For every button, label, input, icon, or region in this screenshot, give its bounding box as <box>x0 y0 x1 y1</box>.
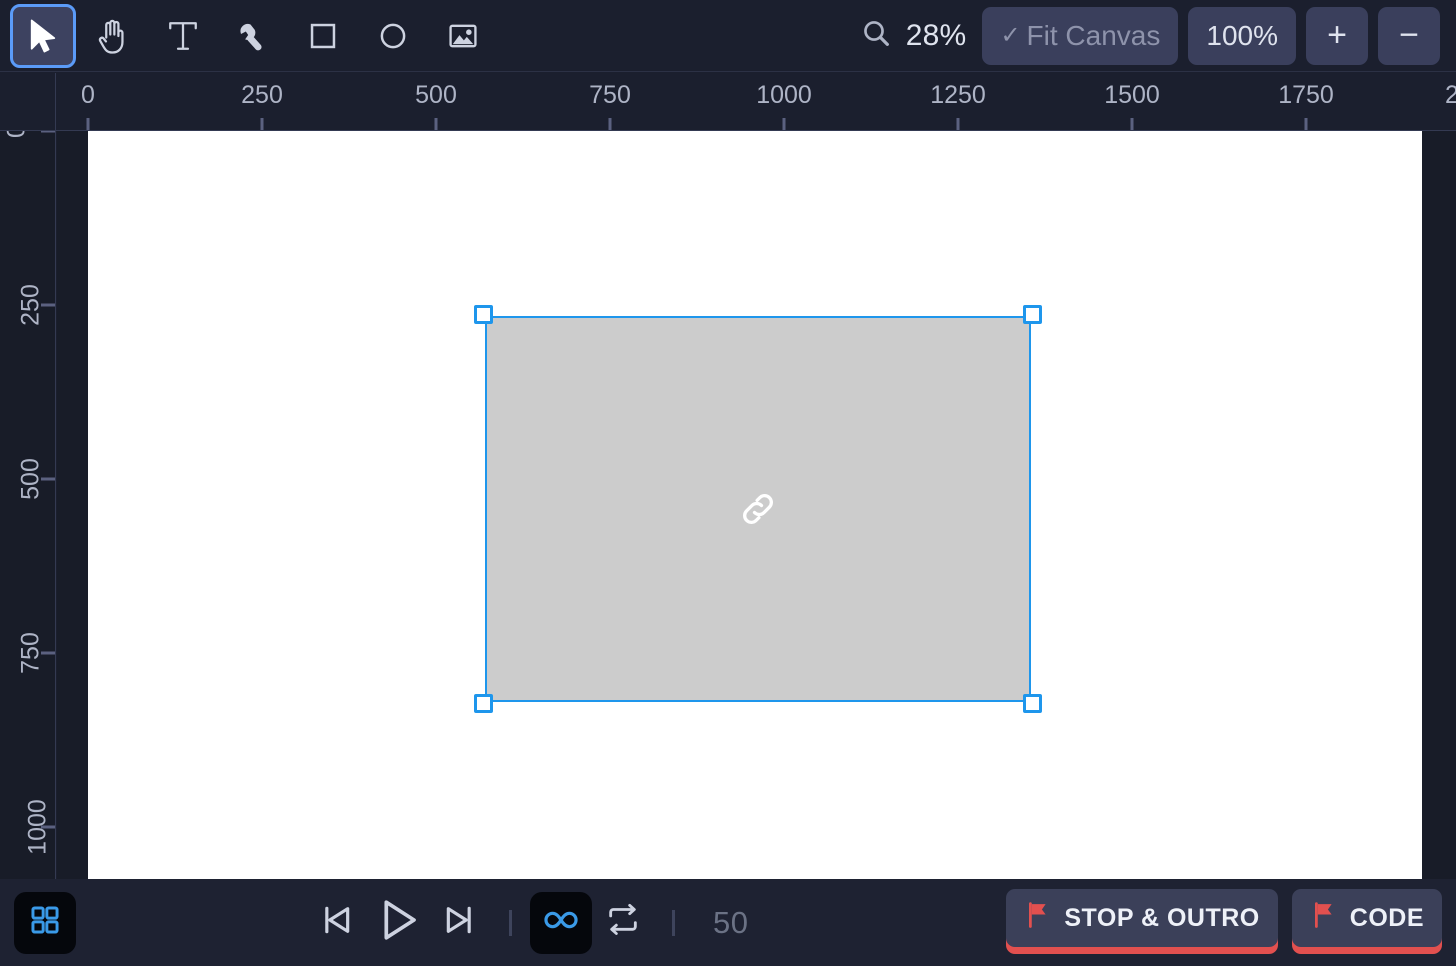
tool-image[interactable] <box>430 4 496 68</box>
magnifier-icon[interactable] <box>860 17 892 54</box>
ruler-tick <box>956 118 960 130</box>
fit-canvas-button[interactable]: ✓ Fit Canvas <box>982 6 1179 65</box>
broken-link-icon <box>734 485 782 533</box>
ruler-tick-label: 250 <box>241 81 283 109</box>
ruler-tick <box>41 131 55 133</box>
canvas-viewport[interactable] <box>57 131 1456 879</box>
loop-repeat-button[interactable] <box>592 892 654 954</box>
zoom-in-button[interactable]: + <box>1306 6 1368 65</box>
frame-count-value[interactable]: 50 <box>713 905 748 941</box>
circle-icon <box>375 17 411 55</box>
app-root: 28% ✓ Fit Canvas 100% + − 0 250 500 750 1000… <box>0 0 1456 966</box>
infinity-icon <box>540 899 582 946</box>
ruler-tick-label: 2 <box>1445 81 1456 110</box>
loop-infinite-button[interactable] <box>530 891 592 954</box>
resize-handle-top-right[interactable] <box>1023 305 1042 324</box>
top-toolbar: 28% ✓ Fit Canvas 100% + − <box>0 0 1456 72</box>
repeat-icon <box>603 900 643 945</box>
grid-four-squares-icon <box>28 903 62 942</box>
image-icon <box>444 17 482 55</box>
ruler-tick <box>782 118 786 130</box>
resize-handle-bottom-left[interactable] <box>474 694 493 713</box>
wrench-icon <box>235 17 271 55</box>
divider <box>672 909 675 936</box>
play-icon <box>372 894 424 951</box>
resize-handle-top-left[interactable] <box>474 305 493 324</box>
ruler-tick <box>608 118 612 130</box>
ruler-tick <box>41 651 55 655</box>
stop-and-outro-label: STOP & OUTRO <box>1064 903 1260 932</box>
code-label: CODE <box>1349 903 1424 932</box>
zoom-controls: 28% ✓ Fit Canvas 100% + − <box>860 6 1456 65</box>
ruler-tick-label: 1500 <box>1104 81 1160 109</box>
resize-handle-bottom-right[interactable] <box>1023 694 1042 713</box>
ruler-corner <box>0 73 56 131</box>
ruler-tick <box>41 825 55 829</box>
tool-rectangle[interactable] <box>290 4 356 68</box>
ruler-tick-label: 1250 <box>930 81 986 109</box>
zoom-display: 28% <box>860 17 967 54</box>
next-frame-button[interactable] <box>429 892 491 954</box>
tool-wrench[interactable] <box>220 4 286 68</box>
ruler-tick-label: 0 <box>81 81 95 109</box>
play-button[interactable] <box>367 892 429 954</box>
ruler-tick <box>86 118 90 130</box>
zoom-100-button[interactable]: 100% <box>1188 6 1296 65</box>
zoom-level-value: 28% <box>905 18 967 52</box>
ruler-tick-label: 1750 <box>1278 81 1334 109</box>
horizontal-ruler[interactable]: 0 250 500 750 1000 1250 1500 1750 2 <box>56 73 1456 131</box>
selected-element[interactable] <box>474 305 1042 713</box>
vertical-ruler[interactable]: 0 250 500 750 1000 <box>0 131 56 879</box>
ruler-tick-label: 500 <box>415 81 457 109</box>
ruler-tick <box>434 118 438 130</box>
action-buttons: STOP & OUTRO CODE <box>1006 889 1456 956</box>
zoom-out-button[interactable]: − <box>1378 6 1440 65</box>
cursor-arrow-icon <box>26 17 60 55</box>
ruler-tick <box>260 118 264 130</box>
ruler-tick-label: 0 <box>2 131 31 138</box>
bottom-toolbar: 50 STOP & OUTRO CODE <box>0 879 1456 966</box>
tool-ellipse[interactable] <box>360 4 426 68</box>
text-icon <box>166 17 200 55</box>
red-flag-icon <box>1024 900 1052 937</box>
square-icon <box>305 17 341 55</box>
grid-view-button[interactable] <box>14 891 76 954</box>
ruler-tick <box>41 477 55 481</box>
red-flag-icon <box>1310 900 1338 937</box>
ruler-tick <box>41 303 55 307</box>
ruler-tick <box>1130 118 1134 130</box>
fit-canvas-label: Fit Canvas <box>1026 19 1161 51</box>
stop-and-outro-button[interactable]: STOP & OUTRO <box>1006 889 1278 947</box>
check-icon: ✓ <box>1000 21 1021 49</box>
ruler-tick-label: 750 <box>589 81 631 109</box>
ruler-tick-label: 1000 <box>756 81 812 109</box>
image-placeholder-box[interactable] <box>485 316 1031 702</box>
skip-forward-icon <box>440 900 480 945</box>
ruler-tick <box>1304 118 1308 130</box>
canvas-page[interactable] <box>88 131 1422 879</box>
hand-icon <box>95 16 131 56</box>
skip-back-icon <box>316 900 356 945</box>
divider <box>509 909 512 936</box>
tool-select[interactable] <box>10 3 76 68</box>
tool-pan[interactable] <box>80 4 146 68</box>
prev-frame-button[interactable] <box>305 892 367 954</box>
tool-text[interactable] <box>150 4 216 68</box>
code-button[interactable]: CODE <box>1291 889 1442 947</box>
tool-palette <box>0 3 496 68</box>
playback-controls: 50 <box>305 891 748 954</box>
